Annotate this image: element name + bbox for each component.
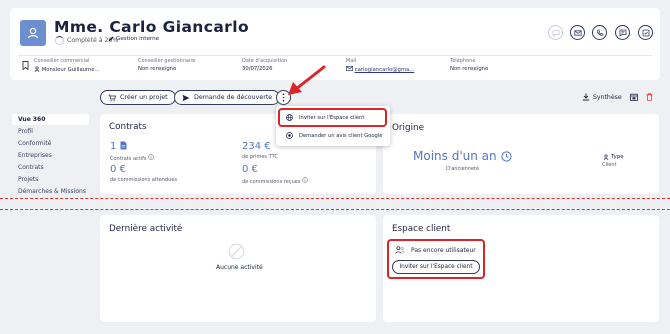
field-label-mail: Mail (346, 58, 357, 64)
cart-icon (108, 94, 116, 101)
gestion-label: Gestion interne (116, 36, 160, 42)
sidebar-item-profil[interactable]: Profil (18, 128, 33, 135)
message-button[interactable] (615, 25, 630, 40)
sidebar-item-conformite[interactable]: Conformité (18, 140, 51, 147)
field-value-conseiller-commercial: Monsieur Guillaume... (34, 66, 100, 73)
info-icon[interactable] (302, 177, 308, 183)
annotation-highlight-menu-item (278, 108, 387, 127)
download-icon (582, 93, 590, 101)
email-button[interactable] (570, 25, 585, 40)
activite-empty-text: Aucune activité (216, 264, 263, 271)
commissions-attendues-label: de commissions attendues (110, 177, 178, 183)
primes-label: de primes TTC (242, 154, 278, 160)
info-icon[interactable] (148, 154, 154, 160)
user-icon (27, 27, 39, 39)
clock-icon (501, 150, 512, 162)
pencil-icon (108, 36, 114, 42)
send-icon (182, 94, 190, 101)
person-icon (603, 154, 609, 160)
sidebar-item-projets[interactable]: Projets (18, 176, 38, 183)
client-header-card: Mme. Carlo Giancarlo Complété à 20% Gest… (10, 8, 660, 80)
annotation-dashed-line-bottom (0, 209, 670, 210)
annotation-highlight-invite-block (387, 239, 485, 279)
discovery-request-button[interactable]: Demande de découverte (174, 90, 281, 105)
message-icon (619, 29, 626, 37)
trash-icon[interactable] (646, 93, 653, 101)
menu-item-google-review[interactable]: Demander un avis client Google (280, 128, 386, 143)
person-icon (34, 66, 40, 72)
create-project-button[interactable]: Créer un projet (100, 90, 176, 105)
document-icon (120, 141, 127, 150)
contrats-title: Contrats (109, 122, 147, 132)
commissions-recues-value: 0 € (242, 164, 258, 175)
activite-title: Dernière activité (109, 224, 183, 234)
bookmark-icon[interactable] (22, 61, 29, 70)
header-divider (18, 55, 652, 56)
field-label-telephone: Téléphone (450, 58, 476, 64)
contrats-active-label: Contrats actifs (110, 154, 154, 162)
calendar-icon[interactable] (630, 93, 638, 101)
task-button[interactable] (638, 25, 653, 40)
mail-small-icon (346, 66, 353, 71)
annotation-arrow-icon (288, 65, 326, 95)
field-value-conseiller-gestionnaire: Non renseigné (138, 66, 177, 72)
field-value-date-acquisition: 30/07/2026 (242, 66, 273, 72)
field-label-conseiller-gestionnaire: Conseiller gestionnaire (138, 58, 196, 64)
field-value-telephone: Non renseigné (450, 66, 489, 72)
commissions-recues-label: de commissions reçues (242, 177, 308, 185)
gestion-interne-link[interactable]: Gestion interne (108, 36, 159, 42)
commissions-attendues-value: 0 € (110, 164, 126, 175)
derniere-activite-card: Dernière activité Aucune activité (100, 215, 376, 322)
type-value: Client (602, 162, 617, 168)
field-label-conseiller-commercial: Conseiller commercial (34, 58, 90, 64)
sidebar-item-vue-360[interactable]: Vue 360 (12, 114, 89, 125)
sidebar-item-entreprises[interactable]: Entreprises (18, 152, 52, 159)
progress-ring-icon (55, 36, 64, 45)
contrats-active-count: 1 (110, 141, 127, 152)
field-label-date-acquisition: Date d'acquisition (242, 58, 288, 64)
synthese-button[interactable]: Synthèse (582, 93, 622, 101)
sidebar-item-demarches-missions[interactable]: Démarches & Missions (18, 188, 86, 195)
primes-value: 234 € (242, 141, 271, 152)
origine-card: Origine Moins d'un an D'ancienneté Type … (383, 114, 659, 194)
phone-icon (596, 29, 603, 36)
field-value-mail[interactable]: carlogiancarlo@gma... (346, 66, 414, 73)
avatar (20, 20, 46, 46)
record-circle-icon (286, 132, 293, 139)
chat-icon (552, 29, 559, 37)
mail-icon (573, 29, 582, 36)
annotation-dashed-line-top (0, 198, 670, 199)
empty-state-icon (228, 243, 245, 260)
phone-button[interactable] (592, 25, 607, 40)
chat-bubble-button[interactable] (548, 25, 563, 40)
checkbox-icon (642, 29, 649, 36)
sidebar-item-contrats[interactable]: Contrats (18, 164, 44, 171)
origine-title: Origine (392, 123, 425, 133)
anciennete-label: D'ancienneté (446, 166, 480, 172)
anciennete-value: Moins d'un an (413, 149, 512, 163)
client-name: Mme. Carlo Giancarlo (54, 18, 249, 36)
espace-title: Espace client (392, 224, 451, 234)
type-label: Type (603, 154, 624, 160)
